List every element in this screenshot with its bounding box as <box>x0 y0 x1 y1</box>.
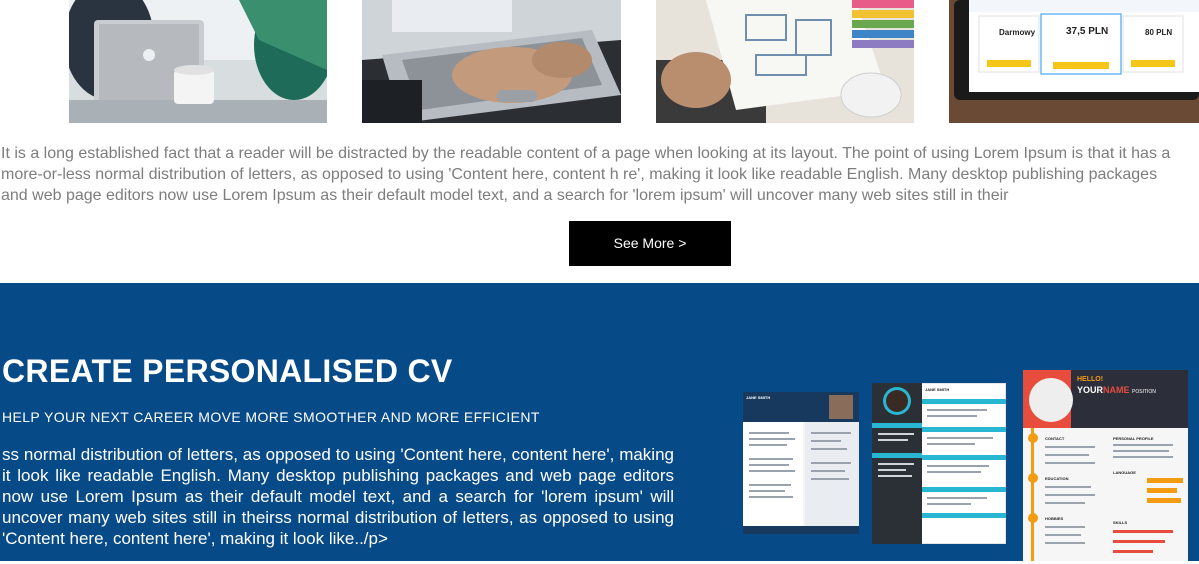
intro-line-3: and web page editors now use Lorem Ipsum… <box>1 187 1009 204</box>
plan-free-price: Darmowy <box>999 28 1036 37</box>
pricing-tablet-photo: Darmowy 37,5 PLN 80 PLN <box>949 0 1199 123</box>
cv-template-preview-3[interactable]: HELLO! YOURNAME POSITION CONTACT PERSONA… <box>1023 370 1188 561</box>
wireframe-paper-photo <box>656 0 914 123</box>
plan-mid-price: 37,5 PLN <box>1066 26 1109 37</box>
cv-section-subtitle: HELP YOUR NEXT CAREER MOVE MORE SMOOTHER… <box>2 409 540 425</box>
cv-template-3-heading-education: EDUCATION <box>1045 476 1069 481</box>
cv-template-3-greeting: HELLO! <box>1077 376 1104 383</box>
laptop-team-photo <box>69 0 327 123</box>
cv-template-3-name-suffix: NAME <box>1103 385 1130 395</box>
intro-paragraph: It is a long established fact that a rea… <box>1 143 1199 206</box>
cv-section-body: ss normal distribution of letters, as op… <box>2 445 674 548</box>
plan-top-price: 80 PLN <box>1145 28 1173 37</box>
typing-laptop-photo <box>362 0 621 123</box>
cv-template-preview-2[interactable]: JANE SMITH <box>872 383 1006 544</box>
cv-template-3-position: POSITION <box>1132 389 1156 395</box>
cv-template-3-heading-contact: CONTACT <box>1045 436 1065 441</box>
intro-line-2: more-or-less normal distribution of lett… <box>1 166 1158 183</box>
cv-template-3-heading-language: LANGUAGE <box>1113 470 1136 475</box>
cv-template-3-heading-hobbies: HOBBIES <box>1045 516 1064 521</box>
cv-template-3-heading-profile: PERSONAL PROFILE <box>1113 436 1154 441</box>
cv-section: CREATE PERSONALISED CV HELP YOUR NEXT CA… <box>0 283 1199 561</box>
cv-template-preview-1[interactable]: JANE SMITH <box>743 392 859 534</box>
cv-section-title: CREATE PERSONALISED CV <box>2 353 453 389</box>
cv-template-3-name-prefix: YOUR <box>1077 385 1104 395</box>
intro-line-1: It is a long established fact that a rea… <box>1 145 1171 162</box>
cv-template-1-name: JANE SMITH <box>746 395 771 400</box>
cv-template-2-name: JANE SMITH <box>925 387 950 392</box>
see-more-button[interactable]: See More > <box>569 221 731 266</box>
cv-template-3-heading-skills: SKILLS <box>1113 520 1128 525</box>
